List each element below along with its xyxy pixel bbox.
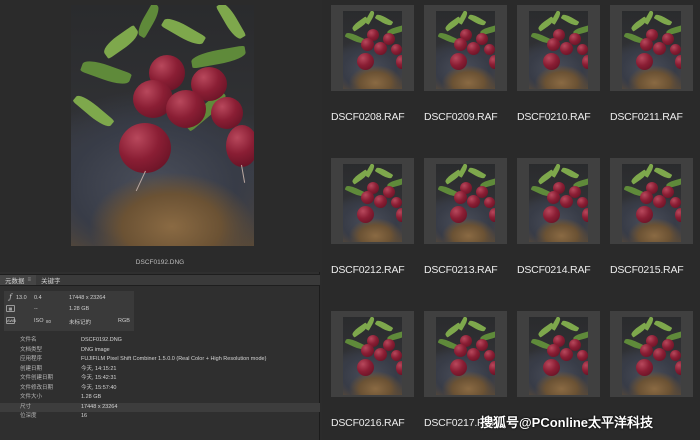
tab-metadata-label: 元数据 (5, 278, 25, 285)
metadata-list: 文件名 DSCF0192.DNG 文档类型 DNG image 应用程序 FUJ… (0, 336, 320, 422)
thumbnail-filename: DSCF0212.RAF (331, 264, 405, 276)
thumbnail-frame (331, 311, 414, 397)
thumbnail-image[interactable] (343, 317, 402, 395)
exposure-comp-value: -- (34, 306, 38, 312)
metering-icon: ▦ (6, 305, 15, 312)
thumbnail-frame (424, 158, 507, 244)
metadata-row[interactable]: 创建日期 今天, 14:15:21 (0, 365, 320, 375)
panel-tab-bar: 元数据 ≡ 关键字 (0, 274, 320, 286)
metadata-row[interactable]: 应用程序 FUJIFILM Pixel Shift Combiner 1.5.0… (0, 355, 320, 365)
metadata-label: 文件名 (20, 337, 37, 343)
metadata-label: 应用程序 (20, 356, 43, 362)
aperture-value: 13.0 (16, 295, 27, 301)
thumbnail-image[interactable] (343, 11, 402, 89)
thumbnail-filename: DSCF0213.RAF (424, 264, 498, 276)
metadata-value: 16 (81, 413, 88, 419)
color-mode-value: RGB (118, 318, 130, 324)
thumbnail-frame (517, 5, 600, 91)
preview-pane: DSCF0192.DNG (0, 0, 320, 272)
file-size-value: 1.28 GB (69, 306, 90, 312)
metadata-row[interactable]: 文档类型 DNG image (0, 346, 320, 356)
metadata-row[interactable]: 文件名 DSCF0192.DNG (0, 336, 320, 346)
thumbnail-frame (424, 5, 507, 91)
thumbnail-image[interactable] (622, 164, 681, 242)
metadata-value: DSCF0192.DNG (81, 337, 122, 343)
thumbnail-filename: DSCF0209.RAF (424, 111, 498, 123)
menu-icon[interactable]: ≡ (28, 277, 32, 283)
metadata-row[interactable]: 尺寸 17448 x 23264 (0, 402, 320, 412)
metadata-label: 文件修改日期 (20, 384, 54, 391)
metadata-value: DNG image (81, 346, 110, 353)
metadata-row[interactable]: 文件修改日期 今天, 15:57:40 (0, 384, 320, 394)
thumbnail-item[interactable]: DSCF0213.RAF (415, 153, 507, 304)
thumbnail-frame (610, 311, 693, 397)
thumbnail-image[interactable] (622, 317, 681, 395)
thumbnail-item[interactable]: DSCF0215.RAF (601, 153, 693, 304)
metadata-value: 17448 x 23264 (81, 403, 118, 410)
thumbnail-grid: DSCF0208.RAF DSCF0209.RAF DSCF0210.RAF DSCF… (322, 0, 700, 440)
metadata-summary: ƒ 13.0 0.4 ▦ -- AWB ISO 80 17448 x 23264… (4, 291, 134, 331)
metadata-label: 文件创建日期 (20, 375, 54, 381)
thumbnail-filename: DSCF0216.RAF (331, 417, 405, 429)
metadata-label: 文档类型 (20, 346, 43, 353)
tab-keywords-label: 关键字 (41, 278, 61, 285)
metadata-row[interactable]: 位深度 16 (0, 412, 320, 422)
preview-filename: DSCF0192.DNG (135, 259, 185, 266)
thumbnail-frame (517, 158, 600, 244)
thumbnail-filename: DSCF0215.RAF (610, 264, 684, 276)
tab-metadata[interactable]: 元数据 ≡ (0, 275, 37, 285)
metadata-value: 今天, 15:42:31 (81, 375, 117, 381)
thumbnail-filename: DSCF0211.RAF (610, 111, 683, 123)
thumbnail-image[interactable] (529, 11, 588, 89)
thumbnail-image[interactable] (343, 164, 402, 242)
white-balance-icon: AWB (6, 317, 16, 324)
dimensions-value: 17448 x 23264 (69, 295, 106, 301)
thumbnail-item[interactable]: DSCF0211.RAF (601, 0, 693, 151)
thumbnail-frame (610, 158, 693, 244)
metadata-row[interactable]: 文件大小 1.28 GB (0, 393, 320, 403)
metadata-value: 今天, 15:57:40 (81, 384, 117, 391)
shutter-value: 0.4 (34, 295, 42, 301)
iso-value: 80 (46, 319, 52, 324)
preview-image[interactable] (71, 5, 254, 246)
thumbnail-item[interactable]: DSCF0216.RAF (322, 306, 414, 440)
metadata-label: 文件大小 (20, 394, 43, 400)
thumbnail-filename: DSCF0214.RAF (517, 264, 591, 276)
color-tag-value: 未标记的 (69, 320, 92, 326)
thumbnail-image[interactable] (436, 11, 495, 89)
thumbnail-frame (424, 311, 507, 397)
thumbnail-item[interactable]: DSCF0214.RAF (508, 153, 600, 304)
thumbnail-image[interactable] (436, 317, 495, 395)
watermark: 搜狐号@PConline太平洋科技 (480, 415, 654, 430)
thumbnail-item[interactable]: DSCF0212.RAF (322, 153, 414, 304)
thumbnail-frame (610, 5, 693, 91)
thumbnail-image[interactable] (529, 164, 588, 242)
thumbnail-image[interactable] (436, 164, 495, 242)
aperture-icon: ƒ (9, 293, 12, 301)
metadata-value: 今天, 14:15:21 (81, 365, 117, 372)
metadata-label: 位深度 (20, 413, 37, 419)
metadata-row[interactable]: 文件创建日期 今天, 15:42:31 (0, 374, 320, 384)
left-panel: DSCF0192.DNG 元数据 ≡ 关键字 ƒ 13.0 0.4 ▦ -- A… (0, 0, 320, 440)
thumbnail-frame (517, 311, 600, 397)
metadata-label: 创建日期 (20, 365, 43, 372)
tab-keywords[interactable]: 关键字 (36, 275, 66, 285)
thumbnail-item[interactable]: DSCF0210.RAF (508, 0, 600, 151)
iso-label: ISO (34, 318, 44, 324)
thumbnail-filename: DSCF0208.RAF (331, 111, 405, 123)
thumbnail-frame (331, 5, 414, 91)
metadata-label: 尺寸 (20, 403, 32, 410)
metadata-value: 1.28 GB (81, 394, 102, 400)
thumbnail-filename: DSCF0210.RAF (517, 111, 591, 123)
thumbnail-image[interactable] (622, 11, 681, 89)
thumbnail-frame (331, 158, 414, 244)
thumbnail-image[interactable] (529, 317, 588, 395)
thumbnail-item[interactable]: DSCF0208.RAF (322, 0, 414, 151)
thumbnail-item[interactable]: DSCF0209.RAF (415, 0, 507, 151)
metadata-value: FUJIFILM Pixel Shift Combiner 1.5.0.0 (R… (81, 356, 267, 362)
